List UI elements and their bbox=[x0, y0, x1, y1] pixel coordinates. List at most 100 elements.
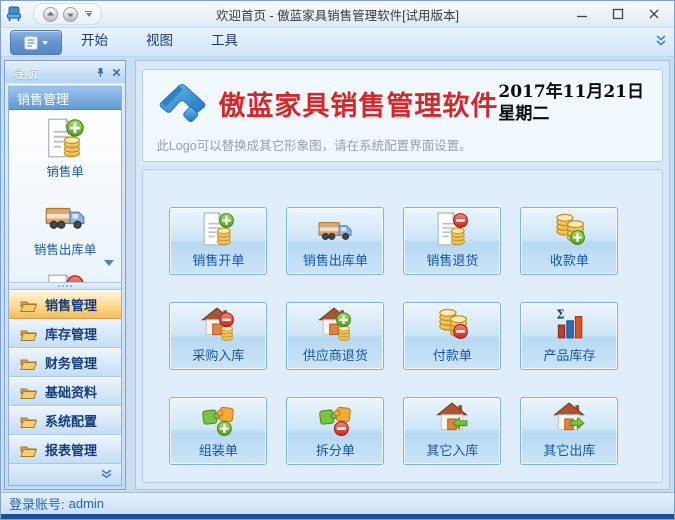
ribbon-tab-row: 开始 视图 工具 bbox=[1, 28, 674, 57]
btn-supplier-return[interactable]: 供应商退货 bbox=[286, 302, 384, 370]
button-label: 销售退货 bbox=[426, 250, 478, 269]
logo-title: 傲蓝家具销售管理软件 bbox=[218, 84, 498, 123]
coins-minus-icon bbox=[435, 307, 469, 341]
puzzle-minus-icon bbox=[318, 402, 352, 436]
btn-product-stock[interactable]: 产品库存 bbox=[520, 302, 618, 370]
login-account-value: admin bbox=[69, 496, 104, 511]
category-label: 报表管理 bbox=[45, 440, 97, 459]
house-arrow-in-icon bbox=[435, 402, 469, 436]
date-line1: 2017年11月21日 bbox=[498, 81, 644, 103]
function-buttons-panel: 销售开单 销售出库单 销售退货 收款单 采购入库 bbox=[142, 169, 663, 483]
nav-item-label: 销售单 bbox=[46, 161, 84, 180]
doc-minus-coins-icon bbox=[435, 212, 469, 246]
sidebar-category-inventory[interactable]: 库存管理 bbox=[9, 319, 121, 348]
btn-assembly[interactable]: 组装单 bbox=[169, 397, 267, 465]
sidebar-category-sales[interactable]: 销售管理 bbox=[9, 290, 121, 319]
category-overflow-area bbox=[9, 464, 121, 485]
category-label: 系统配置 bbox=[45, 411, 97, 430]
nav-scroll-down-icon[interactable] bbox=[104, 260, 114, 266]
category-label: 基础资料 bbox=[45, 382, 97, 401]
maximize-icon[interactable] bbox=[600, 2, 636, 27]
application-menu-button[interactable] bbox=[10, 30, 62, 55]
button-label: 拆分单 bbox=[316, 440, 355, 459]
nav-item-sales-return-partial[interactable] bbox=[9, 266, 121, 282]
nav-item-sales-order[interactable]: 销售单 bbox=[9, 110, 121, 188]
button-label: 采购入库 bbox=[192, 345, 244, 364]
tab-start[interactable]: 开始 bbox=[62, 27, 127, 56]
window-bottom-edge bbox=[1, 514, 674, 519]
app-window: 欢迎首页 - 傲蓝家具销售管理软件[试用版本] 开始 视图 工具 bbox=[0, 0, 675, 520]
date-line2: 星期二 bbox=[498, 103, 644, 125]
house-plus-coins-icon bbox=[318, 307, 352, 341]
status-bar: 登录账号: admin bbox=[1, 492, 674, 514]
splitter-handle[interactable] bbox=[9, 282, 121, 290]
minimize-icon[interactable] bbox=[564, 2, 600, 27]
doc-plus-coins-icon bbox=[201, 212, 235, 246]
tab-view[interactable]: 视图 bbox=[127, 27, 192, 56]
category-label: 销售管理 bbox=[45, 295, 97, 314]
button-label: 其它出库 bbox=[543, 440, 595, 459]
close-icon[interactable] bbox=[636, 2, 672, 27]
sidebar-category-finance[interactable]: 财务管理 bbox=[9, 348, 121, 377]
nav-title: 导航 bbox=[12, 63, 38, 82]
logo-header-panel: 傲蓝家具销售管理软件 2017年11月21日 星期二 此Logo可以替换成其它形… bbox=[142, 69, 663, 162]
btn-receipt[interactable]: 收款单 bbox=[520, 207, 618, 275]
truck-icon bbox=[318, 212, 352, 246]
folder-icon bbox=[20, 414, 37, 428]
pin-icon[interactable] bbox=[96, 67, 105, 78]
sales-order-icon bbox=[45, 118, 85, 158]
folder-icon bbox=[20, 298, 37, 312]
folder-icon bbox=[20, 356, 37, 370]
date-display: 2017年11月21日 星期二 bbox=[498, 81, 644, 125]
app-chair-icon[interactable] bbox=[6, 5, 24, 23]
btn-split[interactable]: 拆分单 bbox=[286, 397, 384, 465]
sidebar-category-reports[interactable]: 报表管理 bbox=[9, 435, 121, 464]
navigation-sidebar: 导航 销售管理 销售单 bbox=[4, 60, 126, 490]
btn-other-inbound[interactable]: 其它入库 bbox=[403, 397, 501, 465]
button-label: 供应商退货 bbox=[303, 345, 368, 364]
tab-tools[interactable]: 工具 bbox=[192, 27, 257, 56]
puzzle-plus-icon bbox=[201, 402, 235, 436]
btn-other-outbound[interactable]: 其它出库 bbox=[520, 397, 618, 465]
btn-sales-shipment[interactable]: 销售出库单 bbox=[286, 207, 384, 275]
nav-down-button[interactable] bbox=[63, 7, 78, 22]
sidebar-category-system-config[interactable]: 系统配置 bbox=[9, 406, 121, 435]
nav-caption-bar: 导航 bbox=[5, 61, 125, 83]
category-overflow-chevron-icon[interactable] bbox=[101, 469, 112, 478]
window-controls bbox=[564, 2, 672, 27]
button-label: 组装单 bbox=[199, 440, 238, 459]
category-label: 库存管理 bbox=[45, 324, 97, 343]
house-minus-coins-icon bbox=[201, 307, 235, 341]
button-label: 销售开单 bbox=[192, 250, 244, 269]
folder-icon bbox=[20, 385, 37, 399]
house-arrow-out-icon bbox=[552, 402, 586, 436]
btn-sales-create-order[interactable]: 销售开单 bbox=[169, 207, 267, 275]
title-bar: 欢迎首页 - 傲蓝家具销售管理软件[试用版本] bbox=[1, 1, 674, 28]
company-logo-icon bbox=[156, 79, 210, 127]
btn-sales-return[interactable]: 销售退货 bbox=[403, 207, 501, 275]
nav-close-icon[interactable] bbox=[112, 68, 121, 77]
truck-icon bbox=[45, 196, 85, 236]
button-label: 产品库存 bbox=[543, 345, 595, 364]
button-label: 其它入库 bbox=[426, 440, 478, 459]
nav-item-sales-shipment[interactable]: 销售出库单 bbox=[9, 188, 121, 266]
sales-return-icon bbox=[45, 274, 85, 282]
button-label: 付款单 bbox=[433, 345, 472, 364]
coins-plus-icon bbox=[552, 212, 586, 246]
login-account-label: 登录账号: bbox=[9, 494, 65, 513]
nav-up-button[interactable] bbox=[43, 7, 58, 22]
quick-access-toolbar bbox=[33, 3, 102, 25]
button-label: 销售出库单 bbox=[303, 250, 368, 269]
button-label: 收款单 bbox=[550, 250, 589, 269]
category-label: 财务管理 bbox=[45, 353, 97, 372]
collapse-ribbon-icon[interactable] bbox=[656, 35, 666, 47]
btn-payment[interactable]: 付款单 bbox=[403, 302, 501, 370]
sidebar-category-basic-data[interactable]: 基础资料 bbox=[9, 377, 121, 406]
customize-quick-access-icon[interactable] bbox=[85, 11, 92, 18]
menu-list-icon bbox=[24, 36, 38, 50]
welcome-page: 傲蓝家具销售管理软件 2017年11月21日 星期二 此Logo可以替换成其它形… bbox=[135, 60, 670, 490]
btn-purchase-inbound[interactable]: 采购入库 bbox=[169, 302, 267, 370]
nav-item-label: 销售出库单 bbox=[34, 239, 97, 258]
folder-icon bbox=[20, 443, 37, 457]
nav-panel: 销售管理 销售单 销售出库单 bbox=[8, 86, 122, 486]
